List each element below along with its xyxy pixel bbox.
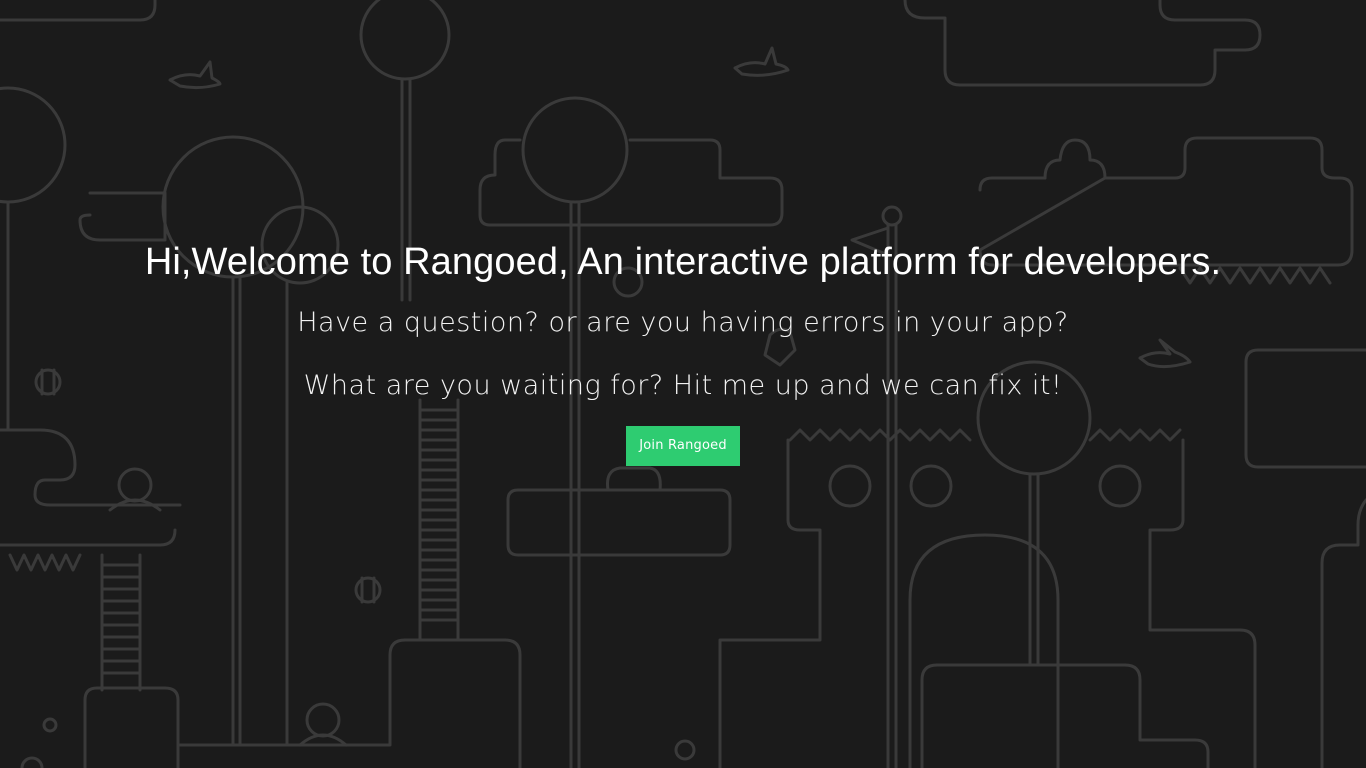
join-button[interactable]: Join Rangoed	[626, 426, 740, 466]
hero-title: Hi,Welcome to Rangoed, An interactive pl…	[144, 241, 1222, 283]
hero-tagline-question: Have a question? or are you having error…	[297, 307, 1069, 338]
hero-section: Hi,Welcome to Rangoed, An interactive pl…	[0, 238, 1366, 466]
page-stage: Hi,Welcome to Rangoed, An interactive pl…	[0, 0, 1366, 768]
hero-tagline-cta: What are you waiting for? Hit me up and …	[303, 370, 1063, 401]
